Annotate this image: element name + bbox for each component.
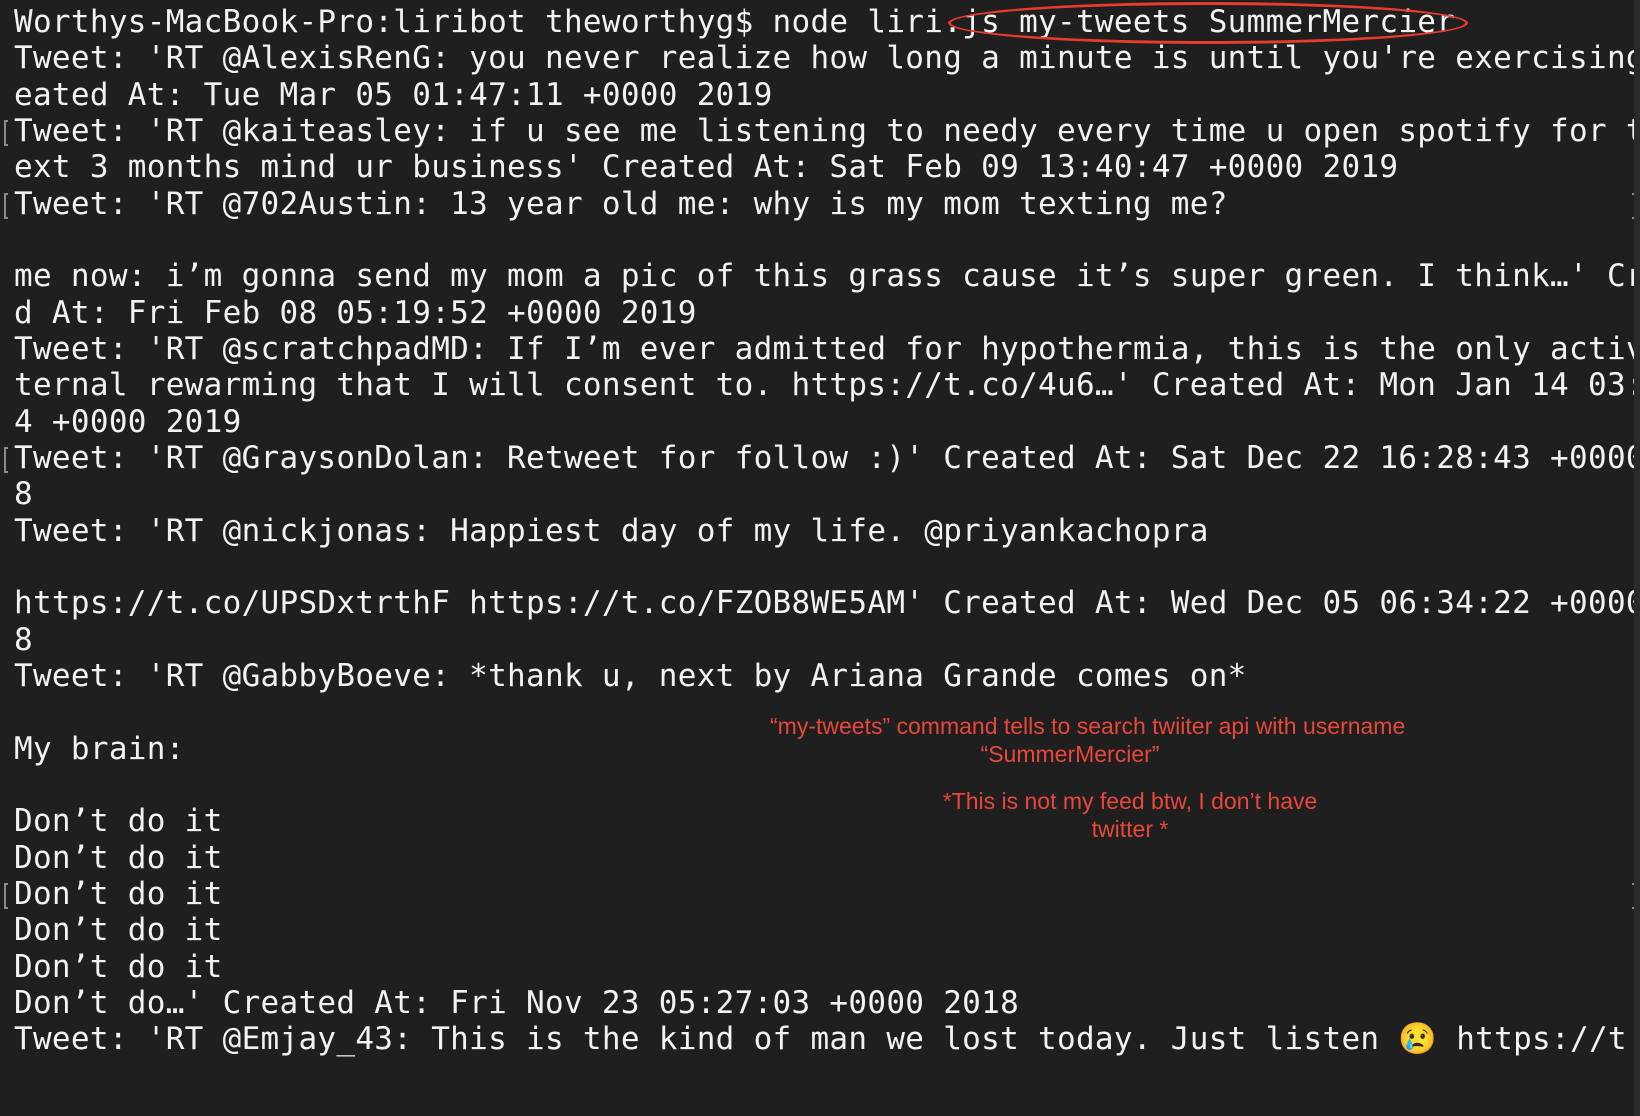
output-line: Don’t do it [14,840,223,876]
output-line: Tweet: 'RT @nickjonas: Happiest day of m… [14,513,1209,549]
output-line: Don’t do it [14,912,223,948]
command-annotation: “my-tweets” command tells to search twii… [770,713,1406,767]
output-line: 4 +0000 2019 [14,404,242,440]
output-line: Tweet: 'RT @Emjay_43: This is the kind o… [14,1021,1640,1057]
output-line: ternal rewarming that I will consent to.… [14,367,1640,403]
output-line: Tweet: 'RT @AlexisRenG: you never realiz… [14,40,1640,76]
line-marker [4,193,8,219]
output-line: Tweet: 'RT @702Austin: 13 year old me: w… [14,186,1228,222]
output-line: eated At: Tue Mar 05 01:47:11 +0000 2019 [14,77,773,113]
output-line: d At: Fri Feb 08 05:19:52 +0000 2019 [14,295,697,331]
output-line: 8 [14,622,33,658]
output-line: Tweet: 'RT @GabbyBoeve: *thank u, next b… [14,658,1247,694]
output-line: Tweet: 'RT @kaiteasley: if u see me list… [14,113,1640,149]
output-line: Don’t do it [14,876,223,912]
output-line: Tweet: 'RT @scratchpadMD: If I’m ever ad… [14,331,1640,367]
output-line: Tweet: 'RT @GraysonDolan: Retweet for fo… [14,440,1640,476]
output-line: Don’t do it [14,803,223,839]
line-marker [4,883,8,909]
feed-annotation: *This is not my feed btw, I don’t have t… [942,788,1318,842]
output-line: ext 3 months mind ur business' Created A… [14,149,1399,185]
command-highlight-ellipse [948,2,1468,44]
output-line: https://t.co/UPSDxtrthF https://t.co/FZO… [14,585,1640,621]
output-line: Don’t do…' Created At: Fri Nov 23 05:27:… [14,985,1020,1021]
output-line: Don’t do it [14,949,223,985]
terminal-output[interactable]: Worthys-MacBook-Pro:liribot theworthyg$ … [0,0,1640,1116]
line-marker [4,447,8,473]
terminal-window[interactable]: Worthys-MacBook-Pro:liribot theworthyg$ … [0,0,1640,1116]
output-line: me now: i’m gonna send my mom a pic of t… [14,258,1640,294]
line-marker [4,120,8,146]
scrollbar-track[interactable] [1634,0,1640,1116]
output-line: My brain: [14,731,185,767]
output-line: 8 [14,476,33,512]
